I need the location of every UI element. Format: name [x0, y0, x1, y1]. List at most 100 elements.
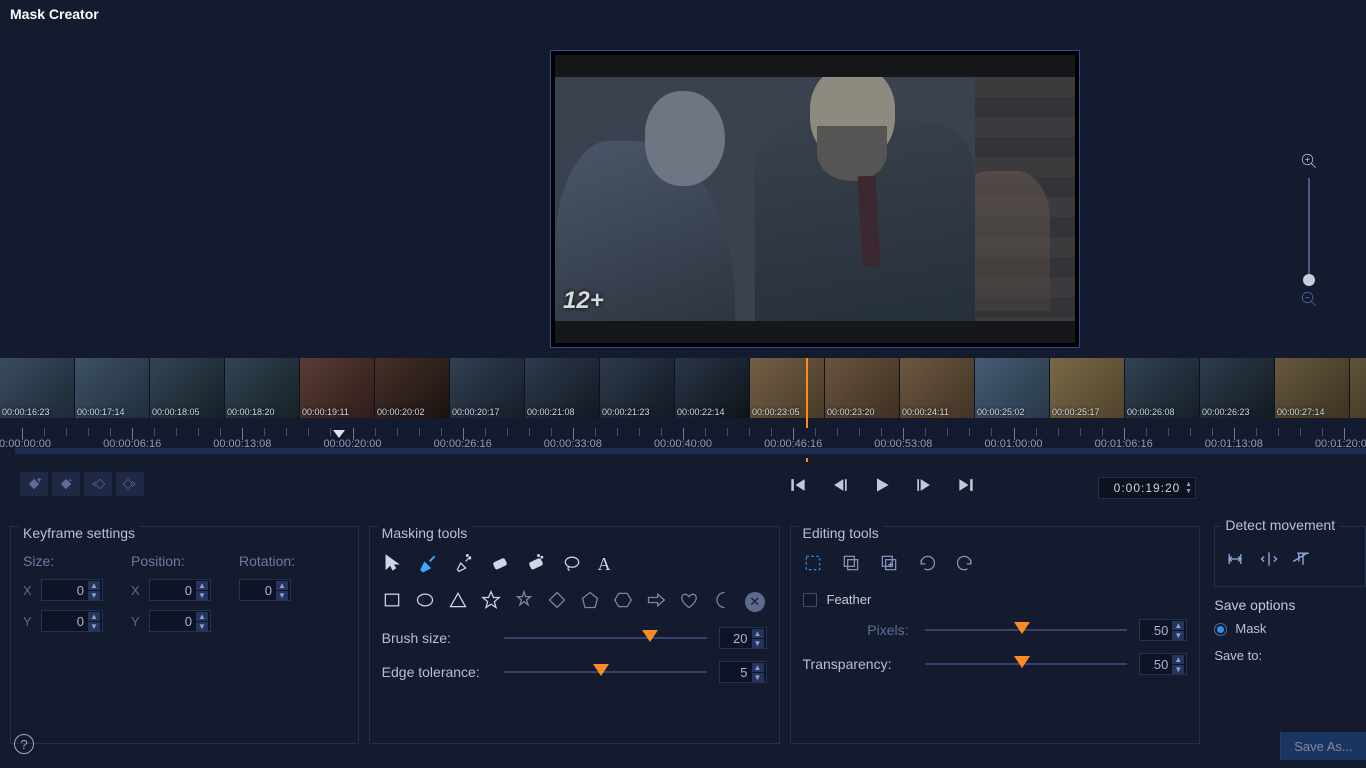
paste-tool-icon[interactable]: [879, 553, 899, 576]
moon-shape-icon[interactable]: [712, 590, 732, 613]
ruler-label: 00:00:13:08: [213, 438, 271, 450]
play-icon[interactable]: [872, 475, 892, 495]
size-y-input[interactable]: 0▲▼: [41, 610, 103, 632]
thumbnail[interactable]: 00:00:23:05: [750, 358, 825, 418]
add-keyframe-button[interactable]: +: [20, 472, 48, 496]
thumbnail[interactable]: 00:00:21:23: [600, 358, 675, 418]
smart-eraser-tool-icon[interactable]: [526, 553, 546, 576]
edge-tolerance-input[interactable]: 5▲▼: [719, 661, 767, 683]
rotation-input[interactable]: 0▲▼: [239, 579, 291, 601]
copy-tool-icon[interactable]: [841, 553, 861, 576]
thumbnail[interactable]: 00:00:26:23: [1200, 358, 1275, 418]
heart-shape-icon[interactable]: [679, 590, 699, 613]
thumbnail[interactable]: 00:00:22:14: [675, 358, 750, 418]
clear-shape-icon[interactable]: ✕: [745, 592, 765, 612]
size-x-input[interactable]: 0▲▼: [41, 579, 103, 601]
time-value: 0:00:19:20: [1114, 481, 1181, 495]
lasso-tool-icon[interactable]: [562, 553, 582, 576]
mask-radio[interactable]: [1214, 623, 1227, 636]
thumbnail[interactable]: 00:00:25:02: [975, 358, 1050, 418]
ellipse-shape-icon[interactable]: [415, 590, 435, 613]
preview-frame: 12+: [555, 77, 1075, 321]
video-preview[interactable]: 12+: [550, 50, 1080, 348]
thumbnail[interactable]: 00:00:26:08: [1125, 358, 1200, 418]
thumbnail[interactable]: 00:00:19:11: [300, 358, 375, 418]
diamond-shape-icon[interactable]: [547, 590, 567, 613]
thumbnail[interactable]: 00:00:16:23: [0, 358, 75, 418]
detect-range-icon[interactable]: [1225, 549, 1245, 572]
brush-size-slider[interactable]: [504, 633, 707, 643]
thumbnail-timecode: 00:00:20:02: [377, 407, 425, 417]
smart-brush-tool-icon[interactable]: [454, 553, 474, 576]
pos-y-input[interactable]: 0▲▼: [149, 610, 211, 632]
thumbnail[interactable]: 00:00:20:17: [450, 358, 525, 418]
panel-title: Keyframe settings: [19, 525, 139, 541]
thumbnail-strip[interactable]: 00:00:16:2300:00:17:1400:00:18:0500:00:1…: [0, 358, 1366, 418]
star5-shape-icon[interactable]: [481, 590, 501, 613]
panel-title: Masking tools: [378, 525, 472, 541]
arrow-shape-icon[interactable]: [646, 590, 666, 613]
step-back-icon[interactable]: [830, 475, 850, 495]
go-start-icon[interactable]: [788, 475, 808, 495]
thumbnail[interactable]: 00:00:18:05: [150, 358, 225, 418]
detect-down-icon[interactable]: [1293, 549, 1313, 572]
thumbnail[interactable]: 00:00:23:20: [825, 358, 900, 418]
ruler-label: 00:01:13:08: [1205, 438, 1263, 450]
keyframe-toolbar: + -: [20, 472, 144, 496]
time-display[interactable]: 0:00:19:20 ▲▼: [1098, 477, 1196, 499]
thumbnail[interactable]: 00:00:20:02: [375, 358, 450, 418]
text-tool-icon[interactable]: A: [598, 554, 611, 575]
undo-icon[interactable]: [917, 553, 937, 576]
rect-shape-icon[interactable]: [382, 590, 402, 613]
eraser-tool-icon[interactable]: [490, 553, 510, 576]
next-keyframe-button[interactable]: [116, 472, 144, 496]
pentagon-shape-icon[interactable]: [580, 590, 600, 613]
detect-mid-icon[interactable]: [1259, 549, 1279, 572]
thumbnail[interactable]: 00:00:17:14: [75, 358, 150, 418]
pixels-slider[interactable]: [925, 625, 1128, 635]
remove-keyframe-button[interactable]: -: [52, 472, 80, 496]
star6-shape-icon[interactable]: [514, 590, 534, 613]
thumbnail-timecode: 00:00:19:11: [302, 407, 349, 417]
go-end-icon[interactable]: [956, 475, 976, 495]
thumbnail[interactable]: 00:00:18:20: [225, 358, 300, 418]
pointer-tool-icon[interactable]: [382, 553, 402, 576]
step-forward-icon[interactable]: [914, 475, 934, 495]
masking-tools-panel: Masking tools A ✕ Brush size:: [369, 526, 780, 744]
transparency-slider[interactable]: [925, 659, 1128, 669]
thumbnail[interactable]: 00:00:21:08: [525, 358, 600, 418]
brush-size-input[interactable]: 20▲▼: [719, 627, 767, 649]
size-x-label: X: [23, 583, 35, 598]
brush-tool-icon[interactable]: [418, 553, 438, 576]
ruler-cursor-icon[interactable]: [333, 430, 345, 438]
zoom-thumb[interactable]: [1303, 274, 1315, 286]
pos-x-input[interactable]: 0▲▼: [149, 579, 211, 601]
pixels-input[interactable]: 50▲▼: [1139, 619, 1187, 641]
ruler-label: 00:00:00:00: [0, 438, 51, 450]
time-down-icon[interactable]: ▼: [1185, 488, 1193, 495]
timeline-ruler[interactable]: 00:00:00:0000:00:06:1600:00:13:0800:00:2…: [0, 428, 1366, 458]
marquee-tool-icon[interactable]: [803, 553, 823, 576]
thumbnail-timecode: 00:00:26:23: [1202, 407, 1250, 417]
thumbnail-timecode: 00:00:23:20: [827, 407, 875, 417]
feather-checkbox[interactable]: [803, 593, 817, 607]
thumbnail[interactable]: 00:00:27:14: [1275, 358, 1350, 418]
zoom-slider[interactable]: [1308, 178, 1310, 282]
ruler-label: 00:00:26:16: [434, 438, 492, 450]
edge-tolerance-slider[interactable]: [504, 667, 707, 677]
thumbnail[interactable]: [1350, 358, 1366, 418]
time-up-icon[interactable]: ▲: [1185, 481, 1193, 488]
help-icon[interactable]: ?: [14, 734, 34, 754]
save-as-button[interactable]: Save As...: [1280, 732, 1366, 760]
thumbnail[interactable]: 00:00:25:17: [1050, 358, 1125, 418]
zoom-out-icon[interactable]: [1300, 290, 1318, 308]
redo-icon[interactable]: [955, 553, 975, 576]
thumbnail[interactable]: 00:00:24:11: [900, 358, 975, 418]
zoom-in-icon[interactable]: [1300, 152, 1318, 170]
position-label: Position:: [131, 553, 211, 569]
prev-keyframe-button[interactable]: [84, 472, 112, 496]
triangle-shape-icon[interactable]: [448, 590, 468, 613]
hexagon-shape-icon[interactable]: [613, 590, 633, 613]
transparency-input[interactable]: 50▲▼: [1139, 653, 1187, 675]
preview-inner: 12+: [554, 54, 1076, 344]
